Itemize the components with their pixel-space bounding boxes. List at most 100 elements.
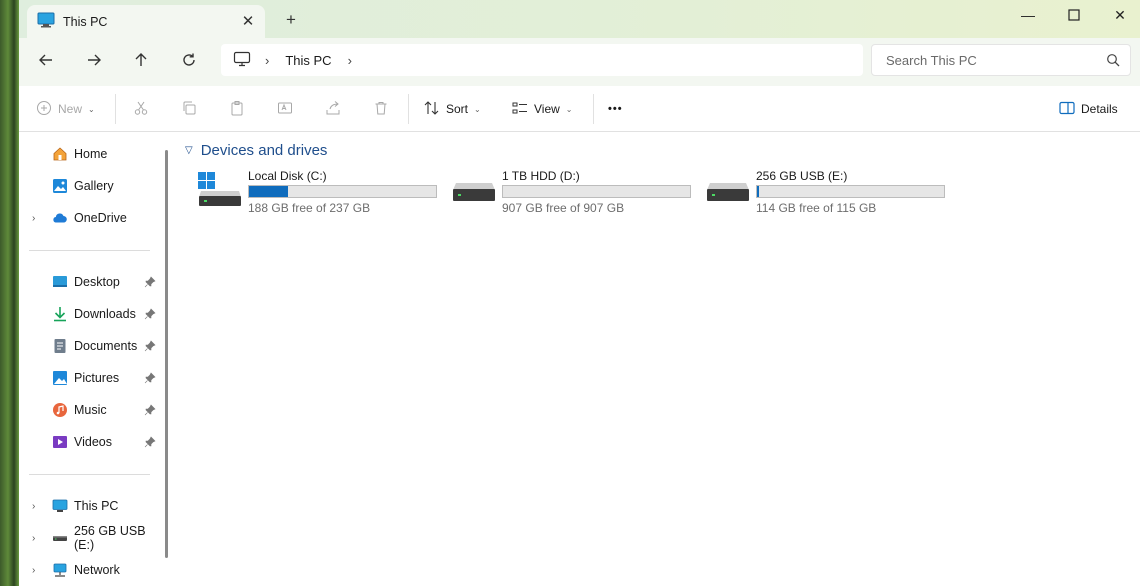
breadcrumb-chevron-icon[interactable]: › xyxy=(348,53,352,68)
pin-icon[interactable] xyxy=(144,276,156,288)
details-button[interactable]: Details xyxy=(1059,97,1118,121)
drive-item-e[interactable]: 256 GB USB (E:) 114 GB free of 115 GB xyxy=(706,168,956,216)
view-label: View xyxy=(534,102,560,116)
share-icon xyxy=(325,100,341,119)
drive-usage-fill xyxy=(249,186,288,197)
rename-icon xyxy=(277,100,293,119)
pc-icon xyxy=(52,498,68,514)
pin-icon[interactable] xyxy=(144,372,156,384)
expand-chevron-icon[interactable]: › xyxy=(32,213,35,224)
new-label: New xyxy=(58,102,83,116)
expand-chevron-icon[interactable]: › xyxy=(32,533,35,544)
refresh-icon[interactable] xyxy=(174,48,204,72)
pictures-icon xyxy=(52,370,68,386)
copy-icon xyxy=(181,100,197,119)
close-tab-icon[interactable]: ✕ xyxy=(239,12,257,30)
group-header-devices[interactable]: ▽ Devices and drives xyxy=(185,142,327,159)
windows-drive-icon xyxy=(198,172,242,208)
sort-button[interactable]: Sort ⌄ xyxy=(424,97,481,121)
pc-address-icon xyxy=(233,51,251,70)
sidebar-label: 256 GB USB (E:) xyxy=(74,524,146,552)
view-button[interactable]: View ⌄ xyxy=(512,97,573,121)
pin-icon[interactable] xyxy=(144,404,156,416)
sidebar-label: Network xyxy=(74,563,120,577)
sidebar-item-this-pc[interactable]: › This PC xyxy=(19,492,169,520)
close-window-button[interactable]: ✕ xyxy=(1097,0,1140,30)
sidebar-item-onedrive[interactable]: › OneDrive xyxy=(19,204,169,232)
paste-button[interactable] xyxy=(229,97,245,121)
sort-icon xyxy=(424,100,440,119)
file-explorer-window: This PC ✕ + — ✕ › This PC › Search This … xyxy=(19,0,1140,586)
collapse-chevron-icon[interactable]: ▽ xyxy=(185,145,193,156)
maximize-button[interactable] xyxy=(1051,0,1097,30)
sidebar-item-home[interactable]: Home xyxy=(19,140,169,168)
sidebar-label: Music xyxy=(74,403,107,417)
search-placeholder: Search This PC xyxy=(886,52,977,68)
tab-this-pc[interactable]: This PC ✕ xyxy=(27,5,265,38)
drive-usage-bar xyxy=(248,185,437,198)
sidebar-item-pictures[interactable]: Pictures xyxy=(19,364,169,392)
sidebar-item-videos[interactable]: Videos xyxy=(19,428,169,456)
sidebar-label: OneDrive xyxy=(74,211,127,225)
sidebar-label: Documents xyxy=(74,339,138,353)
chevron-down-icon: ⌄ xyxy=(88,104,95,114)
sidebar-label: Downloads xyxy=(74,307,136,321)
drive-item-c[interactable]: Local Disk (C:) 188 GB free of 237 GB xyxy=(198,168,448,216)
sidebar-item-music[interactable]: Music xyxy=(19,396,169,424)
group-title: Devices and drives xyxy=(200,142,328,159)
sidebar-item-network[interactable]: › Network xyxy=(19,556,169,584)
share-button[interactable] xyxy=(325,97,341,121)
minimize-button[interactable]: — xyxy=(1005,0,1051,30)
sidebar-label: This PC xyxy=(74,499,119,513)
drive-usage-bar xyxy=(756,185,945,198)
sidebar-label: Desktop xyxy=(74,275,120,289)
search-icon xyxy=(1106,53,1120,70)
drive-usage-bar xyxy=(502,185,691,198)
pin-icon[interactable] xyxy=(144,340,156,352)
sidebar-label: Pictures xyxy=(74,371,120,385)
breadcrumb-chevron-icon[interactable]: › xyxy=(265,53,269,68)
details-label: Details xyxy=(1081,102,1118,116)
new-tab-icon[interactable]: + xyxy=(281,10,301,30)
expand-chevron-icon[interactable]: › xyxy=(32,501,35,512)
drive-name: Local Disk (C:) xyxy=(248,169,327,183)
trash-icon xyxy=(373,100,389,119)
address-bar[interactable]: › This PC › xyxy=(221,44,863,76)
pin-icon[interactable] xyxy=(144,436,156,448)
documents-icon xyxy=(52,338,68,354)
sidebar-item-downloads[interactable]: Downloads xyxy=(19,300,169,328)
sidebar-item-usb-drive[interactable]: › 256 GB USB (E:) xyxy=(19,524,169,552)
videos-icon xyxy=(52,434,68,450)
delete-button[interactable] xyxy=(373,97,389,121)
cut-button[interactable] xyxy=(133,97,149,121)
rename-button[interactable] xyxy=(277,97,293,121)
scissors-icon xyxy=(133,100,149,119)
sort-label: Sort xyxy=(446,102,469,116)
up-arrow-icon[interactable] xyxy=(126,48,156,72)
sidebar-item-documents[interactable]: Documents xyxy=(19,332,169,360)
onedrive-icon xyxy=(52,210,68,226)
back-arrow-icon[interactable] xyxy=(31,48,61,72)
copy-button[interactable] xyxy=(181,97,197,121)
drive-item-d[interactable]: 1 TB HDD (D:) 907 GB free of 907 GB xyxy=(452,168,702,216)
forward-arrow-icon[interactable] xyxy=(79,48,109,72)
tab-title: This PC xyxy=(63,14,108,29)
drive-usage-fill xyxy=(757,186,759,197)
sidebar-item-gallery[interactable]: Gallery xyxy=(19,172,169,200)
plus-circle-icon xyxy=(36,100,52,119)
view-list-icon xyxy=(512,100,528,119)
desktop-icon xyxy=(52,274,68,290)
sidebar-scrollbar[interactable] xyxy=(165,150,168,558)
sidebar-label: Videos xyxy=(74,435,112,449)
chevron-down-icon: ⌄ xyxy=(474,104,481,114)
pin-icon[interactable] xyxy=(144,308,156,320)
expand-chevron-icon[interactable]: › xyxy=(32,565,35,576)
new-button[interactable]: New ⌄ xyxy=(36,97,95,121)
breadcrumb-this-pc[interactable]: This PC xyxy=(285,53,331,68)
search-box[interactable]: Search This PC xyxy=(871,44,1131,76)
maximize-icon xyxy=(1068,9,1080,21)
drive-name: 1 TB HDD (D:) xyxy=(502,169,580,183)
sidebar-item-desktop[interactable]: Desktop xyxy=(19,268,169,296)
more-options-button[interactable]: ••• xyxy=(608,97,623,121)
navigation-bar: › This PC › Search This PC xyxy=(19,38,1140,86)
